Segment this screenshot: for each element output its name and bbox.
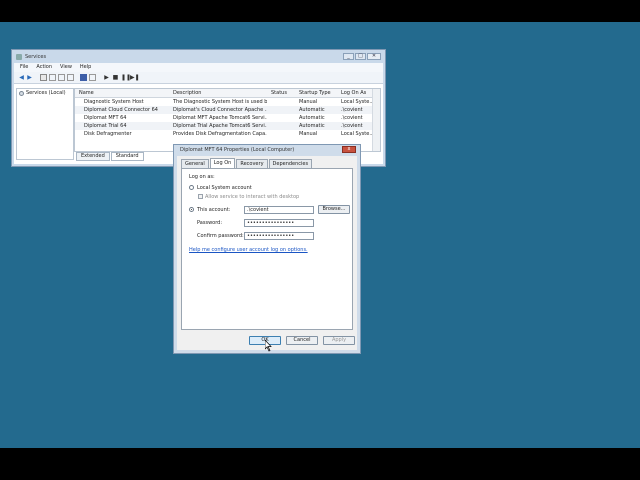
close-button[interactable]: ✕ xyxy=(367,53,381,60)
table-row[interactable]: Diplomat Trial 64 Diplomat Trial Apache … xyxy=(75,122,372,130)
row-logon: .\covient xyxy=(341,123,363,129)
column-log-on-as[interactable]: Log On As xyxy=(341,90,366,96)
start-icon[interactable]: ▶ xyxy=(103,74,110,81)
table-row[interactable]: Diplomat Cloud Connector 64 Diplomat's C… xyxy=(75,106,372,114)
forward-arrow-icon[interactable]: ▶ xyxy=(26,74,33,81)
column-description[interactable]: Description xyxy=(173,90,201,96)
menu-action[interactable]: Action xyxy=(36,63,52,72)
group-label: Log on as: xyxy=(189,174,215,180)
list-view-icon[interactable] xyxy=(49,74,56,81)
tab-general[interactable]: General xyxy=(181,159,209,168)
back-arrow-icon[interactable]: ◀ xyxy=(18,74,25,81)
log-on-panel: Log on as: Local System account Allow se… xyxy=(181,168,353,330)
menu-view[interactable]: View xyxy=(60,63,72,72)
stop-icon[interactable]: ■ xyxy=(112,74,119,81)
view-tabs: Extended Standard xyxy=(76,152,145,161)
export-icon[interactable] xyxy=(67,74,74,81)
row-name: Disk Defragmenter xyxy=(84,131,132,137)
local-system-label: Local System account xyxy=(197,185,252,191)
letterbox-bottom xyxy=(0,448,640,480)
row-name: Diplomat MFT 64 xyxy=(84,115,127,121)
pause-icon[interactable]: ❚❚ xyxy=(121,74,131,81)
this-account-radio[interactable] xyxy=(189,207,194,212)
row-logon: Local Syste... xyxy=(341,99,373,105)
tab-recovery[interactable]: Recovery xyxy=(236,159,268,168)
menu-help[interactable]: Help xyxy=(80,63,91,72)
row-description: Provides Disk Defragmentation Capa... xyxy=(173,131,267,137)
properties-icon[interactable] xyxy=(89,74,96,81)
console-tree-icon[interactable] xyxy=(40,74,47,81)
row-description: Diplomat MFT Apache Tomcat6 Servi... xyxy=(173,115,267,121)
row-logon: Local Syste... xyxy=(341,131,373,137)
password-field[interactable]: •••••••••••••••• xyxy=(244,219,314,227)
menu-bar: File Action View Help xyxy=(14,63,383,72)
password-label: Password: xyxy=(197,220,223,226)
maximize-button[interactable]: □ xyxy=(355,53,366,60)
row-description: Diplomat Trial Apache Tomcat6 Servi... xyxy=(173,123,267,129)
table-row[interactable]: Diplomat MFT 64 Diplomat MFT Apache Tomc… xyxy=(75,114,372,122)
menu-file[interactable]: File xyxy=(20,63,28,72)
tab-dependencies[interactable]: Dependencies xyxy=(268,159,313,168)
row-startup: Manual xyxy=(299,99,318,105)
list-header: Name Description Status Startup Type Log… xyxy=(75,89,380,98)
this-account-label: This account: xyxy=(197,207,231,213)
help-icon[interactable] xyxy=(80,74,87,81)
row-description: The Diagnostic System Host is used b... xyxy=(173,99,267,105)
console-tree: Services (Local) xyxy=(16,88,74,160)
properties-dialog: Diplomat MFT 64 Properties (Local Comput… xyxy=(173,144,361,354)
row-logon: .\covient xyxy=(341,107,363,113)
row-startup: Automatic xyxy=(299,123,325,129)
tree-item-services-local[interactable]: Services (Local) xyxy=(19,90,66,96)
dialog-close-button[interactable]: x xyxy=(342,146,356,153)
mouse-cursor-icon xyxy=(265,340,272,352)
services-list: Name Description Status Startup Type Log… xyxy=(74,88,381,152)
tab-log-on[interactable]: Log On xyxy=(209,158,236,168)
table-row[interactable]: Diagnostic System Host The Diagnostic Sy… xyxy=(75,98,373,106)
column-startup-type[interactable]: Startup Type xyxy=(299,90,331,96)
apply-button[interactable]: Apply xyxy=(323,336,355,345)
dialog-body: General Log On Recovery Dependencies Log… xyxy=(177,156,357,350)
account-field[interactable]: .\covient xyxy=(244,206,314,214)
local-system-radio[interactable] xyxy=(189,185,194,190)
table-row[interactable]: Disk Defragmenter Provides Disk Defragme… xyxy=(75,130,373,138)
column-name[interactable]: Name xyxy=(79,90,94,96)
allow-desktop-label: Allow service to interact with desktop xyxy=(205,194,300,200)
row-description: Diplomat's Cloud Connector Apache ... xyxy=(173,107,267,113)
row-startup: Automatic xyxy=(299,115,325,121)
browse-button[interactable]: Browse... xyxy=(318,205,350,214)
minimize-button[interactable]: _ xyxy=(343,53,354,60)
row-startup: Manual xyxy=(299,131,318,137)
dialog-title[interactable]: Diplomat MFT 64 Properties (Local Comput… xyxy=(180,147,294,153)
tree-item-label: Services (Local) xyxy=(26,90,66,96)
services-app-icon xyxy=(16,54,22,60)
allow-desktop-checkbox[interactable] xyxy=(198,194,203,199)
restart-icon[interactable]: ▶❚ xyxy=(130,74,140,81)
services-titlebar[interactable]: Services _ □ ✕ xyxy=(15,52,383,62)
gear-icon xyxy=(19,90,24,96)
help-link[interactable]: Help me configure user account log on op… xyxy=(189,247,308,253)
toolbar: ◀ ▶ ▶ ■ ❚❚ ▶❚ xyxy=(14,72,383,84)
tab-extended[interactable]: Extended xyxy=(76,152,110,161)
row-logon: .\covient xyxy=(341,115,363,121)
row-name: Diplomat Trial 64 xyxy=(84,123,127,129)
vertical-scrollbar[interactable] xyxy=(372,89,380,151)
row-name: Diplomat Cloud Connector 64 xyxy=(84,107,158,113)
row-startup: Automatic xyxy=(299,107,325,113)
tab-standard[interactable]: Standard xyxy=(110,152,144,161)
letterbox-top xyxy=(0,0,640,22)
row-name: Diagnostic System Host xyxy=(84,99,144,105)
confirm-password-field[interactable]: •••••••••••••••• xyxy=(244,232,314,240)
cancel-button[interactable]: Cancel xyxy=(286,336,318,345)
column-status[interactable]: Status xyxy=(271,90,287,96)
refresh-icon[interactable] xyxy=(58,74,65,81)
confirm-password-label: Confirm password: xyxy=(197,233,244,239)
services-title: Services xyxy=(25,54,47,60)
